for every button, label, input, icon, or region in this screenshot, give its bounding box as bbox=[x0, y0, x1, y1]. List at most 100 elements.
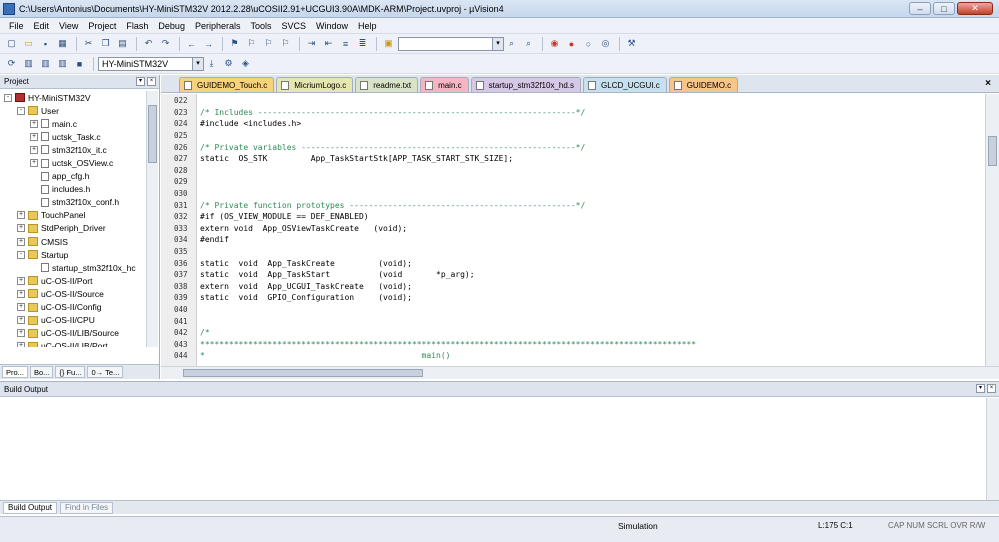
project-tree-scrollbar[interactable] bbox=[146, 91, 158, 347]
incremental-find-icon[interactable]: ⌕ bbox=[521, 36, 536, 51]
tab-find-in-files[interactable]: Find in Files bbox=[60, 501, 114, 514]
tab-project[interactable]: Pro... bbox=[2, 366, 28, 378]
code-line[interactable]: 043 *************************************… bbox=[161, 339, 983, 351]
translate-icon[interactable]: ⟳ bbox=[4, 56, 19, 71]
expand-icon[interactable]: + bbox=[30, 132, 38, 141]
tab-file[interactable]: main.c bbox=[420, 77, 469, 92]
collapse-icon[interactable]: - bbox=[17, 250, 25, 259]
tab-templates[interactable]: 0→ Te... bbox=[87, 366, 124, 378]
chevron-down-icon[interactable]: ▾ bbox=[192, 57, 203, 70]
rebuild-icon[interactable]: ▥ bbox=[38, 56, 53, 71]
tab-build-output[interactable]: Build Output bbox=[3, 501, 58, 514]
debug-icon[interactable]: ◉ bbox=[547, 36, 562, 51]
minimize-button[interactable]: – bbox=[909, 2, 931, 15]
collapse-icon[interactable]: - bbox=[4, 93, 12, 102]
indent-icon[interactable]: ⇥ bbox=[304, 36, 319, 51]
close-button[interactable]: ✕ bbox=[957, 2, 993, 15]
tree-target[interactable]: - HY-MiniSTM32V bbox=[0, 91, 146, 104]
tree-file[interactable]: + uctsk_OSView.c bbox=[0, 156, 146, 169]
tab-file[interactable]: readme.txt bbox=[355, 77, 419, 92]
code-line[interactable]: 031 /* Private function prototypes ------… bbox=[161, 199, 983, 211]
find-in-files-icon[interactable]: ▣ bbox=[381, 36, 396, 51]
target-select[interactable]: HY-MiniSTM32V ▾ bbox=[98, 56, 204, 71]
tree-folder[interactable]: + uC-OS-II/CPU bbox=[0, 314, 146, 327]
tree-folder[interactable]: + uC-OS-II/Source bbox=[0, 287, 146, 300]
tree-folder[interactable]: + uC-OS-II/LIB/Source bbox=[0, 327, 146, 340]
comment-icon[interactable]: ≡ bbox=[338, 36, 353, 51]
target-options-icon[interactable]: ⚙ bbox=[221, 56, 236, 71]
configure-icon[interactable]: ⚒ bbox=[624, 36, 639, 51]
maximize-button[interactable]: □ bbox=[933, 2, 955, 15]
build-output-scrollbar[interactable] bbox=[986, 398, 999, 502]
expand-icon[interactable]: + bbox=[30, 159, 38, 168]
code-line[interactable]: 026 /* Private variables ----------------… bbox=[161, 141, 983, 153]
expand-icon[interactable]: + bbox=[17, 329, 25, 338]
manage-components-icon[interactable]: ◈ bbox=[238, 56, 253, 71]
tree-file[interactable]: stm32f10x_conf.h bbox=[0, 196, 146, 209]
code-line[interactable]: 023 /* Includes -------------------------… bbox=[161, 107, 983, 119]
code-line[interactable]: 038 extern void App_UCGUI_TaskCreate (voi… bbox=[161, 281, 983, 293]
code-line[interactable]: 042 /* bbox=[161, 327, 983, 339]
save-icon[interactable]: ▪ bbox=[38, 36, 53, 51]
copy-icon[interactable]: ❐ bbox=[98, 36, 113, 51]
menu-help[interactable]: Help bbox=[353, 21, 382, 31]
find-icon[interactable]: ⌕ bbox=[504, 36, 519, 51]
unindent-icon[interactable]: ⇤ bbox=[321, 36, 336, 51]
tab-books[interactable]: Bo... bbox=[29, 366, 54, 378]
code-line[interactable]: 039 static void GPIO_Configuration (void)… bbox=[161, 292, 983, 304]
code-line[interactable]: 025 bbox=[161, 130, 983, 142]
code-line[interactable]: 035 bbox=[161, 246, 983, 258]
expand-icon[interactable]: + bbox=[17, 224, 25, 233]
code-line[interactable]: 030 bbox=[161, 188, 983, 200]
menu-debug[interactable]: Debug bbox=[153, 21, 190, 31]
code-line[interactable]: 037 static void App_TaskStart (void *p_ar… bbox=[161, 269, 983, 281]
code-line[interactable]: 036 static void App_TaskCreate (void); bbox=[161, 257, 983, 269]
code-line[interactable]: 041 bbox=[161, 315, 983, 327]
bookmark-icon[interactable]: ⚑ bbox=[227, 36, 242, 51]
close-tab-icon[interactable]: × bbox=[985, 78, 991, 89]
editor-vertical-scrollbar[interactable] bbox=[985, 94, 999, 366]
expand-icon[interactable]: + bbox=[17, 276, 25, 285]
save-all-icon[interactable]: ▦ bbox=[55, 36, 70, 51]
menu-peripherals[interactable]: Peripherals bbox=[190, 21, 246, 31]
expand-icon[interactable]: + bbox=[17, 303, 25, 312]
tree-folder[interactable]: + uC-OS-II/Port bbox=[0, 274, 146, 287]
code-line[interactable]: 028 bbox=[161, 165, 983, 177]
next-bookmark-icon[interactable]: ⚐ bbox=[261, 36, 276, 51]
code-line[interactable]: 040 bbox=[161, 304, 983, 316]
breakpoint-icon[interactable]: ● bbox=[564, 36, 579, 51]
menu-edit[interactable]: Edit bbox=[29, 21, 55, 31]
tab-file[interactable]: MicriumLogo.c bbox=[276, 77, 354, 92]
expand-icon[interactable]: + bbox=[17, 316, 25, 325]
tree-folder[interactable]: + TouchPanel bbox=[0, 209, 146, 222]
clear-bookmarks-icon[interactable]: ⚐ bbox=[278, 36, 293, 51]
prev-bookmark-icon[interactable]: ⚐ bbox=[244, 36, 259, 51]
tab-functions[interactable]: {} Fu... bbox=[55, 366, 86, 378]
kill-breakpoints-icon[interactable]: ◎ bbox=[598, 36, 613, 51]
menu-view[interactable]: View bbox=[54, 21, 83, 31]
new-file-icon[interactable]: ▢ bbox=[4, 36, 19, 51]
tab-file[interactable]: GLCD_UCGUI.c bbox=[583, 77, 667, 92]
menu-svcs[interactable]: SVCS bbox=[277, 21, 312, 31]
tab-file[interactable]: GUIDEMO_Touch.c bbox=[179, 77, 275, 92]
download-icon[interactable]: ⤓ bbox=[204, 56, 219, 71]
tree-folder[interactable]: + StdPeriph_Driver bbox=[0, 222, 146, 235]
tree-folder[interactable]: - Startup bbox=[0, 248, 146, 261]
stop-build-icon[interactable]: ■ bbox=[72, 56, 87, 71]
code-line[interactable]: 024 #include <includes.h> bbox=[161, 118, 983, 130]
menu-tools[interactable]: Tools bbox=[245, 21, 276, 31]
pin-icon[interactable]: ▾ bbox=[976, 384, 985, 393]
undo-icon[interactable]: ↶ bbox=[141, 36, 156, 51]
tree-folder[interactable]: + uC-OS-II/LIB/Port bbox=[0, 340, 146, 347]
code-line[interactable]: 032 #if (OS_VIEW_MODULE == DEF_ENABLED) bbox=[161, 211, 983, 223]
code-line[interactable]: 027 static OS_STK App_TaskStartStk[APP_TA… bbox=[161, 153, 983, 165]
expand-icon[interactable]: + bbox=[17, 237, 25, 246]
expand-icon[interactable]: + bbox=[17, 342, 25, 347]
code-line[interactable]: 029 bbox=[161, 176, 983, 188]
nav-back-icon[interactable]: ← bbox=[184, 36, 199, 51]
editor-horizontal-scrollbar[interactable] bbox=[161, 366, 999, 379]
menu-flash[interactable]: Flash bbox=[121, 21, 153, 31]
code-line[interactable]: 044 * main() bbox=[161, 350, 983, 362]
menu-project[interactable]: Project bbox=[83, 21, 121, 31]
find-combo[interactable]: ▾ bbox=[398, 36, 504, 51]
